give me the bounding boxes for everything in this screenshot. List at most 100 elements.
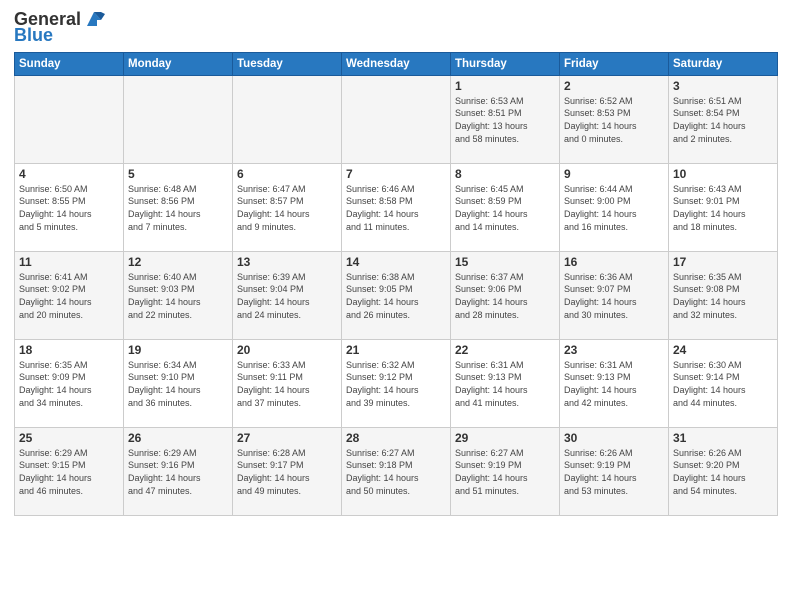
weekday-header-thursday: Thursday <box>451 52 560 75</box>
day-number: 8 <box>455 167 555 181</box>
day-info: Sunrise: 6:40 AM Sunset: 9:03 PM Dayligh… <box>128 271 228 321</box>
day-number: 18 <box>19 343 119 357</box>
day-info: Sunrise: 6:33 AM Sunset: 9:11 PM Dayligh… <box>237 359 337 409</box>
day-number: 29 <box>455 431 555 445</box>
day-number: 6 <box>237 167 337 181</box>
week-row-5: 25 Sunrise: 6:29 AM Sunset: 9:15 PM Dayli… <box>15 427 778 515</box>
day-number: 3 <box>673 79 773 93</box>
calendar-cell: 27 Sunrise: 6:28 AM Sunset: 9:17 PM Dayli… <box>233 427 342 515</box>
calendar-cell: 1 Sunrise: 6:53 AM Sunset: 8:51 PM Daylig… <box>451 75 560 163</box>
calendar-cell: 31 Sunrise: 6:26 AM Sunset: 9:20 PM Dayli… <box>669 427 778 515</box>
logo-icon <box>83 8 105 30</box>
week-row-1: 1 Sunrise: 6:53 AM Sunset: 8:51 PM Daylig… <box>15 75 778 163</box>
calendar-cell: 20 Sunrise: 6:33 AM Sunset: 9:11 PM Dayli… <box>233 339 342 427</box>
day-info: Sunrise: 6:31 AM Sunset: 9:13 PM Dayligh… <box>455 359 555 409</box>
day-info: Sunrise: 6:41 AM Sunset: 9:02 PM Dayligh… <box>19 271 119 321</box>
day-info: Sunrise: 6:35 AM Sunset: 9:09 PM Dayligh… <box>19 359 119 409</box>
calendar-cell: 28 Sunrise: 6:27 AM Sunset: 9:18 PM Dayli… <box>342 427 451 515</box>
day-info: Sunrise: 6:37 AM Sunset: 9:06 PM Dayligh… <box>455 271 555 321</box>
day-number: 31 <box>673 431 773 445</box>
day-number: 19 <box>128 343 228 357</box>
day-number: 22 <box>455 343 555 357</box>
day-info: Sunrise: 6:36 AM Sunset: 9:07 PM Dayligh… <box>564 271 664 321</box>
day-info: Sunrise: 6:34 AM Sunset: 9:10 PM Dayligh… <box>128 359 228 409</box>
week-row-3: 11Sunrise: 6:41 AM Sunset: 9:02 PM Dayli… <box>15 251 778 339</box>
day-number: 27 <box>237 431 337 445</box>
calendar-cell: 9 Sunrise: 6:44 AM Sunset: 9:00 PM Daylig… <box>560 163 669 251</box>
day-number: 10 <box>673 167 773 181</box>
calendar-cell: 30Sunrise: 6:26 AM Sunset: 9:19 PM Dayli… <box>560 427 669 515</box>
logo-text-blue: Blue <box>14 26 53 46</box>
day-number: 25 <box>19 431 119 445</box>
day-info: Sunrise: 6:45 AM Sunset: 8:59 PM Dayligh… <box>455 183 555 233</box>
day-info: Sunrise: 6:29 AM Sunset: 9:15 PM Dayligh… <box>19 447 119 497</box>
day-number: 28 <box>346 431 446 445</box>
calendar-cell: 4 Sunrise: 6:50 AM Sunset: 8:55 PM Daylig… <box>15 163 124 251</box>
day-info: Sunrise: 6:51 AM Sunset: 8:54 PM Dayligh… <box>673 95 773 145</box>
day-number: 1 <box>455 79 555 93</box>
calendar-cell: 29 Sunrise: 6:27 AM Sunset: 9:19 PM Dayli… <box>451 427 560 515</box>
calendar-cell: 17Sunrise: 6:35 AM Sunset: 9:08 PM Dayli… <box>669 251 778 339</box>
weekday-header-monday: Monday <box>124 52 233 75</box>
day-info: Sunrise: 6:27 AM Sunset: 9:19 PM Dayligh… <box>455 447 555 497</box>
day-number: 7 <box>346 167 446 181</box>
day-number: 21 <box>346 343 446 357</box>
calendar-cell: 7Sunrise: 6:46 AM Sunset: 8:58 PM Daylig… <box>342 163 451 251</box>
calendar-cell: 15 Sunrise: 6:37 AM Sunset: 9:06 PM Dayli… <box>451 251 560 339</box>
day-info: Sunrise: 6:50 AM Sunset: 8:55 PM Dayligh… <box>19 183 119 233</box>
calendar-cell: 16 Sunrise: 6:36 AM Sunset: 9:07 PM Dayli… <box>560 251 669 339</box>
day-info: Sunrise: 6:43 AM Sunset: 9:01 PM Dayligh… <box>673 183 773 233</box>
day-info: Sunrise: 6:26 AM Sunset: 9:20 PM Dayligh… <box>673 447 773 497</box>
day-number: 30 <box>564 431 664 445</box>
calendar-cell: 24 Sunrise: 6:30 AM Sunset: 9:14 PM Dayli… <box>669 339 778 427</box>
day-number: 20 <box>237 343 337 357</box>
calendar-cell: 23 Sunrise: 6:31 AM Sunset: 9:13 PM Dayli… <box>560 339 669 427</box>
calendar-cell: 19 Sunrise: 6:34 AM Sunset: 9:10 PM Dayli… <box>124 339 233 427</box>
calendar-cell: 13 Sunrise: 6:39 AM Sunset: 9:04 PM Dayli… <box>233 251 342 339</box>
calendar-cell: 3 Sunrise: 6:51 AM Sunset: 8:54 PM Daylig… <box>669 75 778 163</box>
day-number: 26 <box>128 431 228 445</box>
day-number: 15 <box>455 255 555 269</box>
day-info: Sunrise: 6:52 AM Sunset: 8:53 PM Dayligh… <box>564 95 664 145</box>
header: General Blue <box>14 10 778 46</box>
calendar-cell: 18 Sunrise: 6:35 AM Sunset: 9:09 PM Dayli… <box>15 339 124 427</box>
calendar-cell: 2Sunrise: 6:52 AM Sunset: 8:53 PM Daylig… <box>560 75 669 163</box>
calendar-cell <box>15 75 124 163</box>
day-number: 5 <box>128 167 228 181</box>
day-info: Sunrise: 6:44 AM Sunset: 9:00 PM Dayligh… <box>564 183 664 233</box>
day-number: 9 <box>564 167 664 181</box>
weekday-header-wednesday: Wednesday <box>342 52 451 75</box>
calendar-cell: 21Sunrise: 6:32 AM Sunset: 9:12 PM Dayli… <box>342 339 451 427</box>
calendar-cell: 5Sunrise: 6:48 AM Sunset: 8:56 PM Daylig… <box>124 163 233 251</box>
day-number: 14 <box>346 255 446 269</box>
day-info: Sunrise: 6:47 AM Sunset: 8:57 PM Dayligh… <box>237 183 337 233</box>
weekday-header-row: SundayMondayTuesdayWednesdayThursdayFrid… <box>15 52 778 75</box>
calendar-cell: 12Sunrise: 6:40 AM Sunset: 9:03 PM Dayli… <box>124 251 233 339</box>
day-number: 24 <box>673 343 773 357</box>
weekday-header-sunday: Sunday <box>15 52 124 75</box>
calendar-cell <box>124 75 233 163</box>
calendar-cell: 11Sunrise: 6:41 AM Sunset: 9:02 PM Dayli… <box>15 251 124 339</box>
day-info: Sunrise: 6:38 AM Sunset: 9:05 PM Dayligh… <box>346 271 446 321</box>
day-number: 4 <box>19 167 119 181</box>
day-info: Sunrise: 6:39 AM Sunset: 9:04 PM Dayligh… <box>237 271 337 321</box>
day-info: Sunrise: 6:35 AM Sunset: 9:08 PM Dayligh… <box>673 271 773 321</box>
calendar-cell: 10 Sunrise: 6:43 AM Sunset: 9:01 PM Dayli… <box>669 163 778 251</box>
logo: General Blue <box>14 10 105 46</box>
day-number: 16 <box>564 255 664 269</box>
weekday-header-saturday: Saturday <box>669 52 778 75</box>
page: General Blue SundayMondayTuesdayWednesda… <box>0 0 792 612</box>
day-number: 13 <box>237 255 337 269</box>
calendar-cell: 14 Sunrise: 6:38 AM Sunset: 9:05 PM Dayli… <box>342 251 451 339</box>
day-number: 23 <box>564 343 664 357</box>
calendar-cell: 6 Sunrise: 6:47 AM Sunset: 8:57 PM Daylig… <box>233 163 342 251</box>
day-info: Sunrise: 6:31 AM Sunset: 9:13 PM Dayligh… <box>564 359 664 409</box>
week-row-4: 18 Sunrise: 6:35 AM Sunset: 9:09 PM Dayli… <box>15 339 778 427</box>
calendar-cell: 22 Sunrise: 6:31 AM Sunset: 9:13 PM Dayli… <box>451 339 560 427</box>
day-info: Sunrise: 6:30 AM Sunset: 9:14 PM Dayligh… <box>673 359 773 409</box>
day-info: Sunrise: 6:27 AM Sunset: 9:18 PM Dayligh… <box>346 447 446 497</box>
day-info: Sunrise: 6:53 AM Sunset: 8:51 PM Dayligh… <box>455 95 555 145</box>
calendar-cell: 25 Sunrise: 6:29 AM Sunset: 9:15 PM Dayli… <box>15 427 124 515</box>
calendar-cell <box>233 75 342 163</box>
day-info: Sunrise: 6:28 AM Sunset: 9:17 PM Dayligh… <box>237 447 337 497</box>
